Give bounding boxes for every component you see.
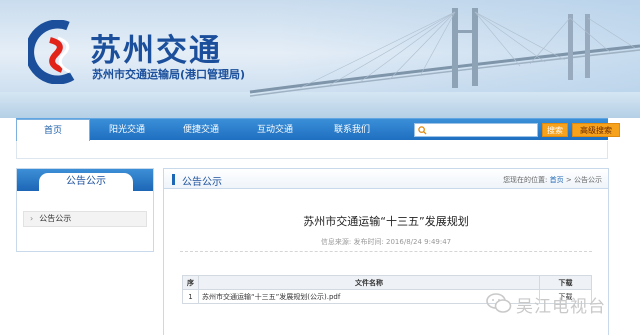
search-icon [418, 126, 427, 135]
column-header-filename: 文件名称 [198, 275, 540, 290]
nav-item-home[interactable]: 首页 [16, 119, 90, 141]
nav-item-sunshine[interactable]: 阳光交通 [90, 119, 164, 141]
breadcrumb-home-link[interactable]: 首页 [550, 176, 564, 184]
nav-underline-strip [16, 141, 608, 159]
section-title: 公告公示 [182, 177, 222, 188]
sidebar-item-announcements[interactable]: › 公告公示 [23, 211, 147, 227]
nav-item-interactive[interactable]: 互动交通 [238, 119, 312, 141]
brand-title: 苏州交通 [90, 33, 222, 69]
divider [180, 251, 592, 252]
nav-item-contact[interactable]: 联系我们 [312, 119, 392, 141]
breadcrumb-separator: > [565, 176, 572, 184]
watermark: 吴江电视台 [486, 290, 640, 330]
breadcrumb: 您现在的位置: 首页 > 公告公示 [503, 175, 602, 185]
watermark-text: 吴江电视台 [516, 297, 606, 317]
chevron-right-icon: › [30, 214, 34, 223]
article-meta: 信息来源: 发布时间: 2016/8/24 9:49:47 [320, 238, 452, 246]
search-button[interactable]: 搜索 [542, 123, 568, 137]
content-header: 公告公示 您现在的位置: 首页 > 公告公示 [164, 169, 608, 189]
main-nav: 首页 阳光交通 便捷交通 互动交通 联系我们 搜索 高级搜索 [16, 118, 620, 141]
advanced-search-button[interactable]: 高级搜索 [572, 123, 620, 137]
logo-icon [28, 20, 75, 84]
breadcrumb-current: 公告公示 [574, 176, 602, 184]
sidebar-title: 公告公示 [39, 173, 133, 191]
sidebar: 公告公示 › 公告公示 [16, 168, 154, 252]
article-title: 苏州市交通运输“十三五”发展规划 [303, 215, 469, 228]
column-header-index: 序 [182, 275, 199, 290]
cell-index: 1 [182, 289, 199, 304]
nav-item-convenient[interactable]: 便捷交通 [164, 119, 238, 141]
sidebar-header: 公告公示 [17, 169, 153, 191]
brand-subtitle: 苏州市交通运输局(港口管理局) [92, 68, 246, 81]
header-banner: 苏州交通 苏州市交通运输局(港口管理局) [0, 0, 640, 118]
column-header-download: 下载 [539, 275, 592, 290]
table-header-row: 序 文件名称 下载 [182, 275, 592, 290]
sidebar-item-label: 公告公示 [39, 214, 72, 223]
wechat-icon [486, 293, 512, 313]
section-marker [172, 174, 175, 185]
search-box[interactable] [414, 123, 538, 137]
search-input[interactable] [429, 124, 537, 136]
breadcrumb-prefix: 您现在的位置: [503, 176, 548, 184]
